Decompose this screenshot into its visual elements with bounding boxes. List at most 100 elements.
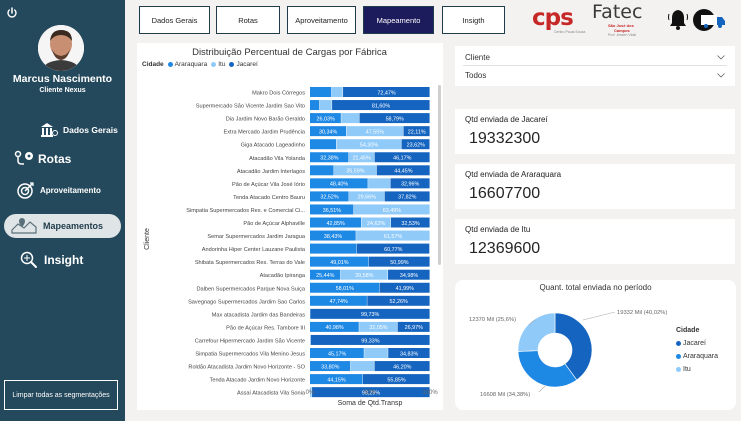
donut-slice[interactable] — [517, 312, 556, 352]
nav-dados-gerais[interactable]: Dados Gerais — [4, 118, 121, 142]
data-label: 52,26% — [389, 299, 407, 305]
nav-aproveitamento[interactable]: Aproveitamento — [4, 178, 121, 202]
category-label: Atacadão Jardim Interlagos — [237, 169, 305, 175]
x-tick-label: 100% — [422, 390, 438, 396]
category-label: Dia Jardim Novo Barão Geraldo — [226, 117, 305, 123]
nav-label: Aproveitamento — [40, 185, 101, 195]
bar-segment[interactable] — [368, 178, 391, 189]
data-label: 72,47% — [377, 90, 395, 96]
donut-slice[interactable] — [517, 350, 578, 388]
tab-dados-gerais[interactable]: Dados Gerais — [139, 6, 210, 34]
tab-aproveitamento[interactable]: Aproveitamento — [287, 6, 356, 34]
donut-legend: Cidade Jacareí Araraquara Itu — [676, 324, 718, 376]
bar-chart-svg: Makro Dois Córregos 72,47% Supermercado Sã… — [144, 87, 438, 407]
legend-label: Araraquara — [683, 353, 719, 360]
bank-icon — [41, 123, 58, 137]
category-label: Pão de Açúcar Alphaville — [243, 221, 305, 227]
bar-segment[interactable] — [310, 243, 357, 254]
fatec-logo: Fatec São José dos Campos Prof. Jessen V… — [592, 1, 643, 37]
donut-chart: Quant. total enviada no período 19332 Mi… — [455, 280, 736, 410]
sidebar: Marcus Nascimento Cliente Nexus Dados Ge… — [0, 0, 125, 421]
data-label: 58,01% — [336, 286, 354, 292]
bar-segment[interactable] — [310, 100, 320, 111]
x-tick-label: 0% — [306, 390, 315, 396]
data-label: 25,44% — [316, 273, 334, 279]
category-label: Makro Dois Córregos — [252, 91, 305, 97]
cliente-slicer[interactable]: Cliente Todos — [455, 46, 735, 86]
data-label: 30,34% — [319, 129, 337, 135]
card-label: Qtd enviada de Araraquara — [465, 170, 562, 179]
category-label: Giga Atacado Lageadinho — [241, 143, 305, 149]
card-value: 19332300 — [469, 130, 541, 147]
tab-rotas[interactable]: Rotas — [216, 6, 280, 34]
bar-segment[interactable] — [310, 165, 334, 176]
data-label: 55,85% — [387, 377, 405, 383]
data-label: 54,30% — [360, 143, 378, 149]
data-label: 63,49% — [383, 208, 401, 214]
category-label: Tenda Atacado Jardim Novo Horizonte — [210, 378, 305, 384]
power-icon[interactable] — [6, 7, 18, 19]
data-label: 50,99% — [390, 260, 408, 266]
data-label: 21,45% — [353, 156, 371, 162]
route-icon — [14, 150, 33, 166]
category-label: Atacadão Vila Yolanda — [249, 156, 306, 162]
data-label: 44,45% — [394, 169, 412, 175]
category-label: Semar Supermercados Jardim Jaragua — [207, 234, 306, 240]
bar-segment[interactable] — [310, 87, 332, 97]
category-label: Shibata Supermercados Res. Terras do Val… — [195, 260, 305, 266]
card-itu: Qtd enviada de Itu 12369600 — [455, 219, 735, 264]
data-label: 99,73% — [361, 312, 379, 318]
bar-segment[interactable] — [319, 100, 332, 111]
data-label: 26,03% — [316, 116, 334, 122]
category-label: Max atacadista Jardim das Bandeiras — [212, 312, 305, 318]
leader-line — [538, 385, 546, 393]
slice-label: 12370 Mil (25,6%) — [469, 317, 516, 323]
magnifier-icon — [20, 251, 37, 268]
data-label: 34,98% — [400, 273, 418, 279]
card-label: Qtd enviada de Jacareí — [465, 115, 548, 124]
slicer-value[interactable]: Todos — [465, 71, 486, 80]
category-label: Extra Mercado Jardim Prudência — [224, 130, 306, 136]
nav-rotas[interactable]: Rotas — [4, 147, 121, 171]
bar-segment[interactable] — [364, 348, 388, 358]
truck-icon — [693, 9, 725, 31]
nav-insight[interactable]: Insight — [4, 248, 121, 272]
nav-mapeamentos[interactable]: Mapeamentos — [4, 214, 121, 238]
bar-segment[interactable] — [310, 139, 336, 150]
data-label: 32,52% — [320, 195, 338, 201]
category-label: Assaí Atacadista Vila Sonia — [237, 391, 306, 397]
data-label: 45,17% — [328, 351, 346, 357]
data-label: 41,99% — [396, 286, 414, 292]
bar-segment[interactable] — [350, 361, 375, 372]
data-label: 61,57% — [384, 234, 402, 240]
y-axis-label: Cliente — [144, 228, 151, 250]
leader-line — [582, 311, 616, 321]
bell-icon[interactable] — [668, 8, 688, 30]
category-label: Pão de Açúcar Vila José Iório — [232, 182, 305, 188]
category-label: Carrefour Hipermercado Jardim São Vicent… — [195, 338, 305, 344]
target-icon — [17, 182, 34, 199]
data-label: 46,17% — [393, 156, 411, 162]
data-label: 81,60% — [372, 103, 390, 109]
category-label: Atacadão Ipiranga — [260, 273, 306, 279]
data-label: 47,55% — [366, 129, 384, 135]
bar-segment[interactable] — [341, 113, 360, 124]
tab-insigth[interactable]: Insigth — [442, 6, 505, 34]
tab-mapeamento[interactable]: Mapeamento — [363, 6, 434, 34]
data-label: 33,80% — [321, 364, 339, 370]
data-label: 60,77% — [384, 247, 402, 253]
data-label: 48,40% — [330, 182, 348, 188]
chevron-down-icon[interactable] — [717, 55, 725, 60]
legend-title: Cidade — [676, 327, 700, 334]
clear-filters-button[interactable]: Limpar todas as segmentações — [4, 380, 118, 410]
category-label: Roldão Atacadista Jardim Novo Horizonte … — [188, 365, 305, 371]
nav-label: Mapeamentos — [43, 221, 104, 231]
legend-label: Jacareí — [683, 340, 706, 347]
chevron-down-icon[interactable] — [717, 73, 725, 78]
chart-scrollbar[interactable] — [438, 85, 441, 265]
avatar — [38, 25, 84, 71]
nav-label: Insight — [44, 253, 84, 267]
data-label: 40,98% — [325, 325, 343, 331]
bar-segment[interactable] — [331, 87, 343, 97]
data-label: 23,62% — [407, 143, 425, 149]
